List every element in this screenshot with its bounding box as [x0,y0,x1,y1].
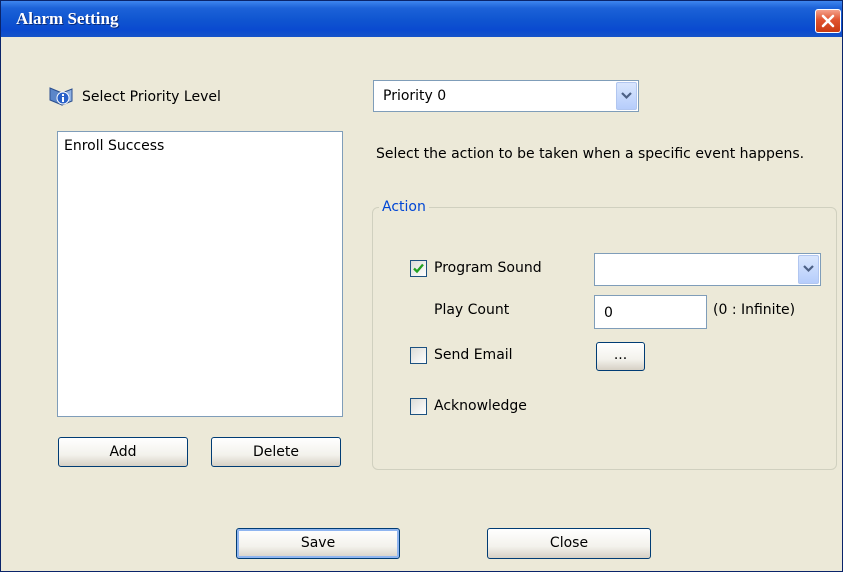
priority-dropdown[interactable]: Priority 0 [373,80,639,112]
send-email-label: Send Email [434,347,513,363]
event-list[interactable]: Enroll Success [57,131,343,417]
chevron-down-icon [621,92,632,100]
checkmark-icon [413,263,424,274]
close-icon [821,14,835,28]
play-count-value: 0 [604,305,613,321]
window-title: Alarm Setting [16,9,119,28]
close-button[interactable]: Close [487,528,651,559]
browse-email-button[interactable]: ... [596,342,645,371]
title-bar[interactable]: Alarm Setting [1,1,842,37]
play-count-input[interactable]: 0 [594,295,707,329]
play-count-hint: (0 : Infinite) [713,302,796,318]
action-group-label: Action [379,199,429,215]
priority-dropdown-button[interactable] [616,82,637,110]
list-item[interactable]: Enroll Success [64,138,164,154]
action-groupbox [372,207,837,470]
program-sound-label: Program Sound [434,260,542,276]
priority-icon [49,87,73,106]
chevron-down-icon [803,265,814,273]
select-priority-label: Select Priority Level [82,89,221,105]
program-sound-dropdown[interactable] [594,253,821,286]
priority-selected-value: Priority 0 [383,88,447,104]
add-button[interactable]: Add [58,437,188,467]
alarm-setting-window: Alarm Setting Select Priority Level Prio… [0,0,843,572]
close-window-button[interactable] [815,9,841,33]
save-button[interactable]: Save [236,528,400,559]
play-count-label: Play Count [434,302,510,318]
acknowledge-label: Acknowledge [434,398,527,414]
send-email-checkbox[interactable] [410,347,427,364]
delete-button[interactable]: Delete [211,437,341,467]
program-sound-checkbox[interactable] [410,260,427,277]
acknowledge-checkbox[interactable] [410,398,427,415]
action-description: Select the action to be taken when a spe… [376,146,805,162]
program-sound-dropdown-button[interactable] [798,255,819,284]
